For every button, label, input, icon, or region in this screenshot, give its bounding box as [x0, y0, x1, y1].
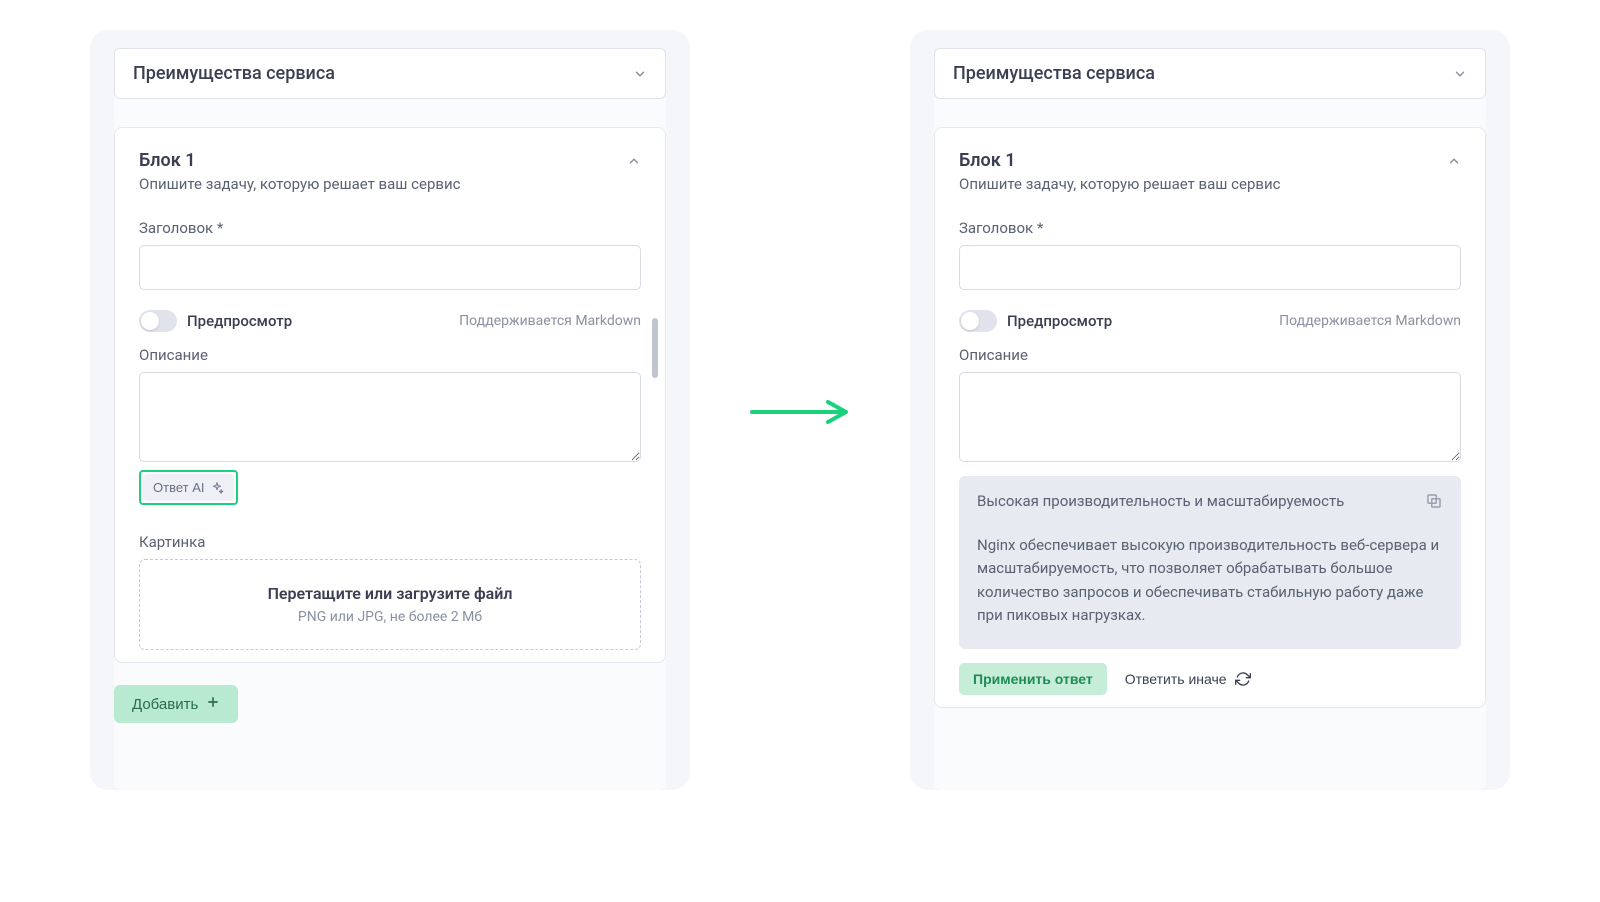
scrollbar-thumb[interactable]: [652, 318, 658, 378]
image-label: Картинка: [139, 533, 641, 551]
copy-icon[interactable]: [1425, 492, 1443, 510]
retry-answer-button[interactable]: Ответить иначе: [1125, 671, 1251, 687]
heading-input[interactable]: [139, 245, 641, 290]
ai-response-body: Nginx обеспечивает высокую производитель…: [977, 534, 1443, 627]
preview-toggle-label: Предпросмотр: [187, 312, 292, 330]
chevron-up-icon[interactable]: [1447, 154, 1461, 168]
file-dropzone[interactable]: Перетащите или загрузите файл PNG или JP…: [139, 559, 641, 650]
heading-input[interactable]: [959, 245, 1461, 290]
preview-toggle[interactable]: [959, 310, 997, 332]
plus-icon: [206, 695, 220, 713]
add-button-label: Добавить: [132, 696, 198, 713]
markdown-hint: Поддерживается Markdown: [1279, 313, 1461, 329]
block-card: Блок 1 Опишите задачу, которую решает ва…: [114, 127, 666, 663]
right-panel: Преимущества сервиса Блок 1 Опишите зада…: [910, 30, 1510, 790]
section-dropdown[interactable]: Преимущества сервиса: [934, 48, 1486, 99]
block-title: Блок 1: [959, 150, 1280, 171]
apply-answer-label: Применить ответ: [973, 671, 1093, 687]
chevron-up-icon[interactable]: [627, 154, 641, 168]
block-subtitle: Опишите задачу, которую решает ваш серви…: [139, 175, 460, 193]
chevron-down-icon: [1453, 67, 1467, 81]
retry-answer-label: Ответить иначе: [1125, 671, 1227, 687]
ai-button-highlight: Ответ AI: [139, 470, 238, 505]
markdown-hint: Поддерживается Markdown: [459, 313, 641, 329]
block-subtitle: Опишите задачу, которую решает ваш серви…: [959, 175, 1280, 193]
left-panel: Преимущества сервиса Блок 1 Опишите зада…: [90, 30, 690, 790]
preview-toggle-label: Предпросмотр: [1007, 312, 1112, 330]
refresh-icon: [1235, 671, 1251, 687]
ai-answer-button-label: Ответ AI: [153, 480, 204, 495]
sparkle-icon: [210, 481, 224, 495]
ai-response-title: Высокая производительность и масштабируе…: [977, 492, 1344, 510]
block-card: Блок 1 Опишите задачу, которую решает ва…: [934, 127, 1486, 708]
chevron-down-icon: [633, 67, 647, 81]
heading-label: Заголовок *: [959, 219, 1461, 237]
description-textarea[interactable]: [959, 372, 1461, 462]
description-textarea[interactable]: [139, 372, 641, 462]
transition-arrow: [750, 400, 850, 424]
apply-answer-button[interactable]: Применить ответ: [959, 663, 1107, 695]
section-dropdown-label: Преимущества сервиса: [953, 63, 1155, 84]
section-dropdown-label: Преимущества сервиса: [133, 63, 335, 84]
block-title: Блок 1: [139, 150, 460, 171]
preview-toggle[interactable]: [139, 310, 177, 332]
description-label: Описание: [959, 346, 1461, 364]
ai-answer-button[interactable]: Ответ AI: [143, 474, 234, 501]
section-dropdown[interactable]: Преимущества сервиса: [114, 48, 666, 99]
dropzone-title: Перетащите или загрузите файл: [156, 584, 624, 603]
add-block-button[interactable]: Добавить: [114, 685, 238, 723]
ai-response-box: Высокая производительность и масштабируе…: [959, 476, 1461, 649]
heading-label: Заголовок *: [139, 219, 641, 237]
dropzone-subtitle: PNG или JPG, не более 2 Мб: [156, 609, 624, 625]
description-label: Описание: [139, 346, 641, 364]
